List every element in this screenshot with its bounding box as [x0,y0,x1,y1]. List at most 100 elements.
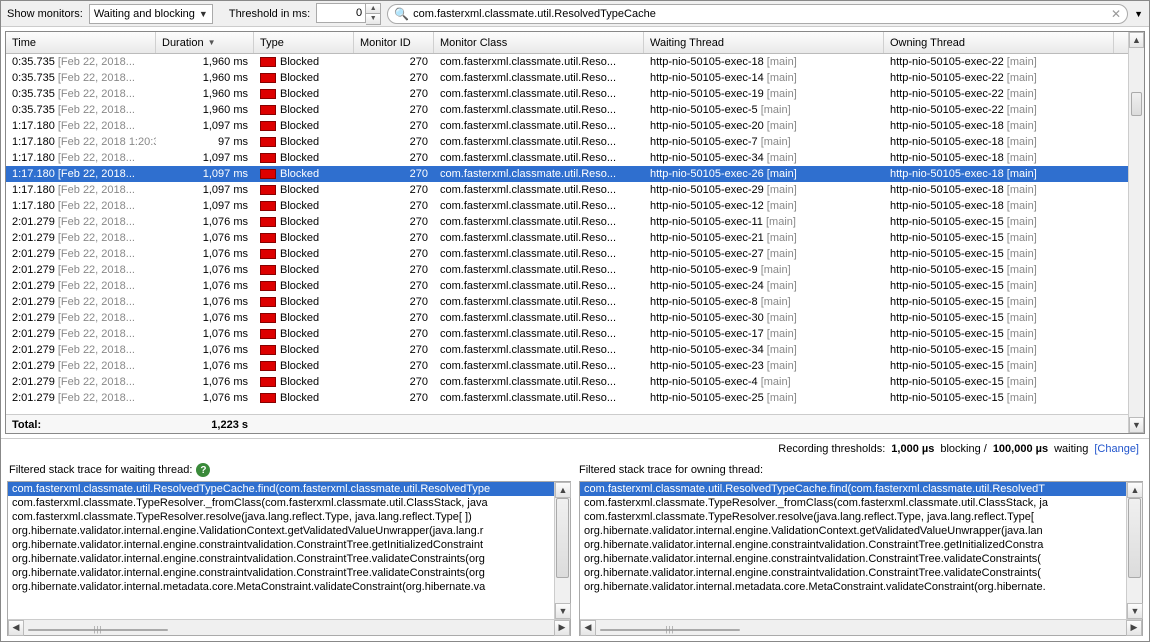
stack-frame[interactable]: com.fasterxml.classmate.TypeResolver.res… [580,510,1126,524]
table-row[interactable]: 1:17.180 [Feb 22, 2018...1,097 msBlocked… [6,198,1128,214]
show-monitors-label: Show monitors: [7,8,83,20]
scroll-thumb[interactable] [600,629,740,631]
col-type[interactable]: Type [254,32,354,53]
scroll-thumb[interactable] [1131,92,1142,116]
stack-frame[interactable]: com.fasterxml.classmate.TypeResolver.res… [8,510,554,524]
help-icon[interactable]: ? [196,463,210,477]
stack-frame[interactable]: org.hibernate.validator.internal.engine.… [580,538,1126,552]
show-monitors-combo[interactable]: Waiting and blocking ▼ [89,4,213,24]
blocked-icon [260,281,276,291]
stack-vscroll[interactable]: ▲ ▼ [1126,482,1142,619]
table-row[interactable]: 2:01.279 [Feb 22, 2018...1,076 msBlocked… [6,214,1128,230]
table-row[interactable]: 2:01.279 [Feb 22, 2018...1,076 msBlocked… [6,278,1128,294]
show-monitors-value: Waiting and blocking [94,8,195,20]
scroll-thumb[interactable] [556,498,569,578]
stack-frame[interactable]: org.hibernate.validator.internal.engine.… [580,566,1126,580]
spinner-up-icon[interactable]: ▲ [366,4,380,14]
scroll-down-icon[interactable]: ▼ [1129,417,1144,433]
blocked-icon [260,393,276,403]
thresh-blocking-lbl: blocking / [940,443,986,455]
table-row[interactable]: 0:35.735 [Feb 22, 2018...1,960 msBlocked… [6,86,1128,102]
scroll-thumb[interactable] [1128,498,1141,578]
change-link[interactable]: [Change] [1094,443,1139,455]
blocked-icon [260,329,276,339]
waiting-stack-label: Filtered stack trace for waiting thread: [9,464,192,476]
table-row[interactable]: 2:01.279 [Feb 22, 2018...1,076 msBlocked… [6,326,1128,342]
stack-frame[interactable]: com.fasterxml.classmate.util.ResolvedTyp… [580,482,1126,496]
search-menu-icon[interactable]: ▼ [1134,9,1143,19]
scroll-up-icon[interactable]: ▲ [1127,482,1143,498]
col-owning-thread[interactable]: Owning Thread [884,32,1114,53]
total-row: Total:1,223 s [6,414,1128,433]
scroll-thumb[interactable] [28,629,168,631]
table-row[interactable]: 2:01.279 [Feb 22, 2018...1,076 msBlocked… [6,246,1128,262]
scroll-up-icon[interactable]: ▲ [555,482,571,498]
threshold-input[interactable] [316,3,366,23]
stack-hscroll[interactable]: ◀ ▶ [580,619,1142,635]
table-row[interactable]: 1:17.180 [Feb 22, 2018...1,097 msBlocked… [6,118,1128,134]
table-row[interactable]: 1:17.180 [Feb 22, 2018 1:20:39 PM]97 msB… [6,134,1128,150]
clear-icon[interactable]: ✕ [1111,7,1121,21]
scroll-right-icon[interactable]: ▶ [1126,620,1142,636]
scroll-down-icon[interactable]: ▼ [555,603,571,619]
table-row[interactable]: 0:35.735 [Feb 22, 2018...1,960 msBlocked… [6,102,1128,118]
col-waiting-thread[interactable]: Waiting Thread [644,32,884,53]
thresh-waiting-val: 100,000 µs [993,443,1048,455]
threshold-bar: Recording thresholds: 1,000 µs blocking … [1,438,1149,459]
stack-panels: com.fasterxml.classmate.util.ResolvedTyp… [1,481,1149,641]
toolbar: Show monitors: Waiting and blocking ▼ Th… [1,1,1149,27]
search-box[interactable]: 🔍 ✕ [387,4,1128,24]
stack-frame[interactable]: org.hibernate.validator.internal.engine.… [8,524,554,538]
col-monitor-id[interactable]: Monitor ID [354,32,434,53]
table-row[interactable]: 2:01.279 [Feb 22, 2018...1,076 msBlocked… [6,390,1128,406]
stack-frame[interactable]: org.hibernate.validator.internal.metadat… [580,580,1126,594]
scroll-right-icon[interactable]: ▶ [554,620,570,636]
blocked-icon [260,249,276,259]
table-row[interactable]: 1:17.180 [Feb 22, 2018...1,097 msBlocked… [6,150,1128,166]
stack-frame[interactable]: com.fasterxml.classmate.TypeResolver._fr… [580,496,1126,510]
waiting-stack-box: com.fasterxml.classmate.util.ResolvedTyp… [7,481,571,636]
table-row[interactable]: 0:35.735 [Feb 22, 2018...1,960 msBlocked… [6,54,1128,70]
blocked-icon [260,313,276,323]
stack-frame[interactable]: com.fasterxml.classmate.util.ResolvedTyp… [8,482,554,496]
blocked-icon [260,265,276,275]
stack-frame[interactable]: org.hibernate.validator.internal.engine.… [580,524,1126,538]
table-row[interactable]: 2:01.279 [Feb 22, 2018...1,076 msBlocked… [6,358,1128,374]
scroll-left-icon[interactable]: ◀ [580,620,596,636]
stack-hscroll[interactable]: ◀ ▶ [8,619,570,635]
monitor-table: TimeDuration ▼TypeMonitor IDMonitor Clas… [5,31,1145,434]
col-time[interactable]: Time [6,32,156,53]
blocked-icon [260,121,276,131]
search-input[interactable] [413,8,1107,20]
stack-frame[interactable]: org.hibernate.validator.internal.engine.… [8,538,554,552]
stack-frame[interactable]: org.hibernate.validator.internal.engine.… [8,552,554,566]
spinner-down-icon[interactable]: ▼ [366,14,380,24]
stack-vscroll[interactable]: ▲ ▼ [554,482,570,619]
table-row[interactable]: 2:01.279 [Feb 22, 2018...1,076 msBlocked… [6,294,1128,310]
scroll-up-icon[interactable]: ▲ [1129,32,1144,48]
table-row[interactable]: 2:01.279 [Feb 22, 2018...1,076 msBlocked… [6,310,1128,326]
table-row[interactable]: 2:01.279 [Feb 22, 2018...1,076 msBlocked… [6,262,1128,278]
blocked-icon [260,169,276,179]
owning-stack-box: com.fasterxml.classmate.util.ResolvedTyp… [579,481,1143,636]
threshold-spinner[interactable]: ▲ ▼ [316,3,381,25]
table-row[interactable]: 2:01.279 [Feb 22, 2018...1,076 msBlocked… [6,230,1128,246]
blocked-icon [260,297,276,307]
scroll-left-icon[interactable]: ◀ [8,620,24,636]
col-monitor-class[interactable]: Monitor Class [434,32,644,53]
thresh-blocking-val: 1,000 µs [891,443,934,455]
blocked-icon [260,137,276,147]
stack-frame[interactable]: org.hibernate.validator.internal.engine.… [580,552,1126,566]
stack-frame[interactable]: com.fasterxml.classmate.TypeResolver._fr… [8,496,554,510]
table-row[interactable]: 2:01.279 [Feb 22, 2018...1,076 msBlocked… [6,374,1128,390]
stack-frame[interactable]: org.hibernate.validator.internal.engine.… [8,566,554,580]
vertical-scrollbar[interactable]: ▲ ▼ [1128,32,1144,433]
table-row[interactable]: 1:17.180 [Feb 22, 2018...1,097 msBlocked… [6,166,1128,182]
table-row[interactable]: 2:01.279 [Feb 22, 2018...1,076 msBlocked… [6,342,1128,358]
table-row[interactable]: 1:17.180 [Feb 22, 2018...1,097 msBlocked… [6,182,1128,198]
sort-desc-icon: ▼ [208,38,216,47]
scroll-down-icon[interactable]: ▼ [1127,603,1143,619]
stack-frame[interactable]: org.hibernate.validator.internal.metadat… [8,580,554,594]
table-row[interactable]: 0:35.735 [Feb 22, 2018...1,960 msBlocked… [6,70,1128,86]
col-duration[interactable]: Duration ▼ [156,32,254,53]
